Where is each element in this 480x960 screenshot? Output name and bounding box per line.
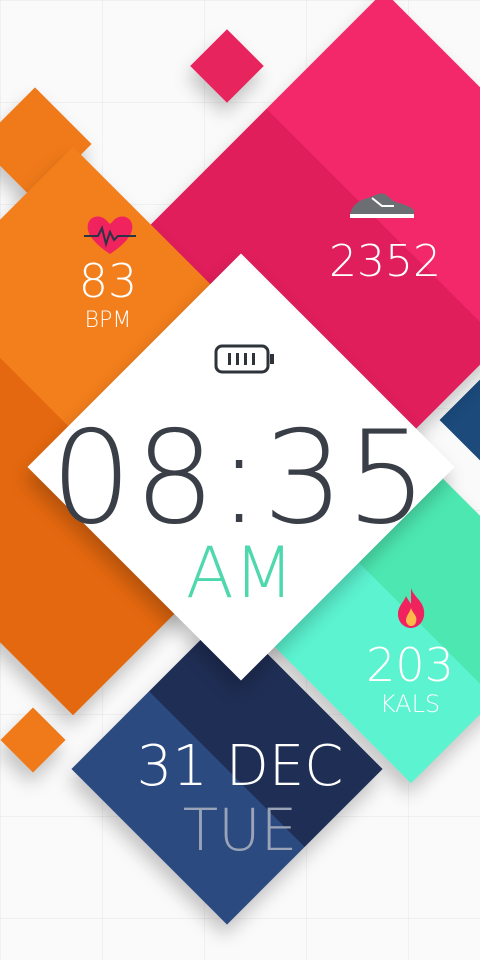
- heart-rate-value: 83: [78, 254, 138, 308]
- sneaker-icon: [350, 193, 414, 218]
- heart-rate-icon: [84, 216, 136, 254]
- heart-rate-unit: BPM: [84, 308, 132, 333]
- time-display: 08:35: [50, 404, 430, 553]
- flame-icon: [398, 588, 425, 628]
- calories-unit: KALS: [379, 690, 441, 718]
- steps-value: 2352: [329, 236, 441, 287]
- date-day-month: 31 DEC: [136, 734, 344, 799]
- calories-value: 203: [366, 638, 454, 692]
- battery-icon: [214, 344, 274, 374]
- date-weekday: TUE: [182, 796, 298, 864]
